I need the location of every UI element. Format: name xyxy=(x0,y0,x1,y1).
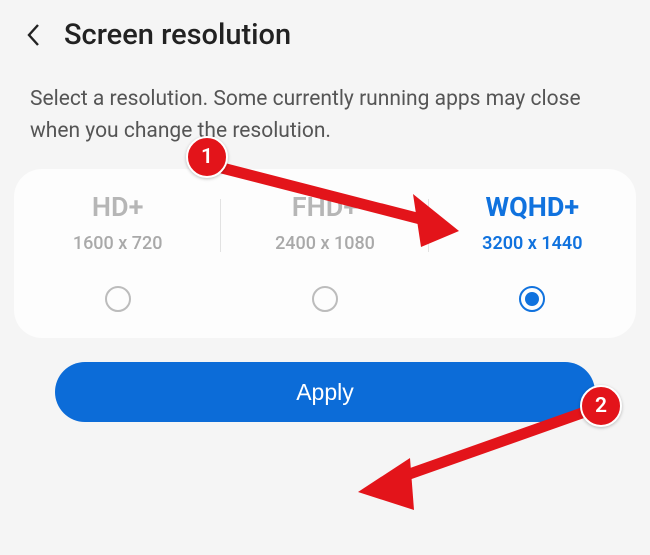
option-resolution: 2400 x 1080 xyxy=(275,233,375,254)
header: Screen resolution xyxy=(0,0,650,62)
radio-icon[interactable] xyxy=(519,286,545,312)
option-fhd[interactable]: FHD+ 2400 x 1080 xyxy=(221,191,428,312)
option-hd[interactable]: HD+ 1600 x 720 xyxy=(14,191,221,312)
apply-button[interactable]: Apply xyxy=(55,362,595,422)
radio-icon[interactable] xyxy=(105,286,131,312)
option-label: FHD+ xyxy=(292,191,358,223)
option-wqhd[interactable]: WQHD+ 3200 x 1440 xyxy=(429,191,636,312)
page-title: Screen resolution xyxy=(64,18,291,52)
option-label: HD+ xyxy=(92,191,144,223)
option-resolution: 1600 x 720 xyxy=(73,233,163,254)
resolution-options-card: HD+ 1600 x 720 FHD+ 2400 x 1080 WQHD+ 32… xyxy=(14,169,636,338)
back-icon[interactable] xyxy=(22,23,46,47)
option-label: WQHD+ xyxy=(486,191,580,223)
radio-icon[interactable] xyxy=(312,286,338,312)
description-text: Select a resolution. Some currently runn… xyxy=(0,62,650,169)
option-resolution: 3200 x 1440 xyxy=(482,233,582,254)
